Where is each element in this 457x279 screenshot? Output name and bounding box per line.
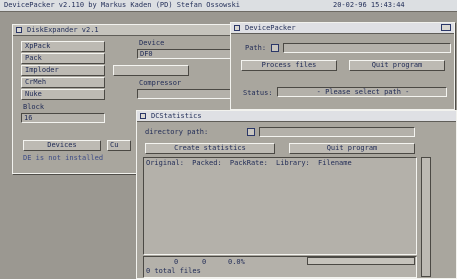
device-field[interactable]: DF0 (137, 49, 233, 59)
depth-gadget-icon[interactable] (441, 24, 451, 31)
block-field[interactable]: 16 (21, 113, 105, 123)
directory-path-label: directory path: (145, 128, 209, 136)
status-field: - Please select path - (277, 87, 447, 97)
quit-program-button[interactable]: Quit program (289, 143, 415, 154)
path-field[interactable] (283, 43, 451, 53)
file-requester-icon[interactable] (271, 44, 279, 52)
total-packrate: 0.0% (228, 258, 245, 266)
close-gadget-icon[interactable] (140, 113, 146, 119)
screen-title-bar: DevicePacker v2.110 by Markus Kaden (PD)… (0, 0, 457, 12)
quit-program-button[interactable]: Quit program (349, 60, 445, 71)
compressor-field[interactable] (137, 89, 233, 99)
close-gadget-icon[interactable] (234, 25, 240, 31)
create-statistics-button[interactable]: Create statistics (145, 143, 275, 154)
total-packed: 0 (202, 258, 207, 266)
dc-statistics-title: DCStatistics (151, 112, 202, 120)
device-label: Device (139, 39, 165, 47)
status-label: Status: (243, 89, 273, 97)
method-crmeh[interactable]: CrMeh (21, 77, 105, 88)
process-files-button[interactable]: Process files (241, 60, 337, 71)
directory-path-field[interactable] (259, 127, 415, 137)
col-packrate: PackRate: (229, 159, 268, 167)
device-select-button[interactable] (113, 65, 189, 76)
cut-button[interactable]: Cu (107, 140, 131, 151)
progress-bar (307, 257, 415, 265)
method-xppack[interactable]: XpPack (21, 41, 105, 52)
col-library: Library: (276, 159, 310, 167)
device-packer-title: DevicePacker (245, 24, 296, 32)
dc-statistics-window: DCStatistics directory path: Create stat… (136, 110, 457, 279)
disk-expander-titlebar[interactable]: DiskExpander v2.1 (13, 25, 251, 36)
listview-header: Original: Packed: PackRate: Library: Fil… (146, 159, 356, 167)
method-pack[interactable]: Pack (21, 53, 105, 64)
statistics-listview[interactable]: Original: Packed: PackRate: Library: Fil… (143, 157, 417, 255)
block-label: Block (23, 103, 45, 111)
screen-title: DevicePacker v2.110 by Markus Kaden (PD)… (4, 1, 241, 9)
dc-statistics-titlebar[interactable]: DCStatistics (137, 111, 456, 122)
compressor-label: Compressor (139, 79, 182, 87)
method-imploder[interactable]: Imploder (21, 65, 105, 76)
total-original: 0 (174, 258, 179, 266)
total-files: 0 total files (146, 267, 201, 275)
screen-datetime: 20-02-96 15:43:44 (333, 1, 405, 9)
method-nuke[interactable]: Nuke (21, 89, 105, 100)
status-text: DE is not installed (23, 154, 104, 162)
path-label: Path: (245, 44, 267, 52)
col-original: Original: (146, 159, 184, 167)
device-packer-titlebar[interactable]: DevicePacker (231, 23, 454, 34)
devices-button[interactable]: Devices (23, 140, 101, 151)
scrollbar[interactable] (421, 157, 431, 277)
col-packed: Packed: (192, 159, 222, 167)
disk-expander-title: DiskExpander v2.1 (27, 26, 99, 34)
col-filename: Filename (317, 159, 352, 167)
file-requester-icon[interactable] (247, 128, 255, 136)
device-packer-window: DevicePacker Path: Process files Quit pr… (230, 22, 455, 110)
close-gadget-icon[interactable] (16, 27, 22, 33)
